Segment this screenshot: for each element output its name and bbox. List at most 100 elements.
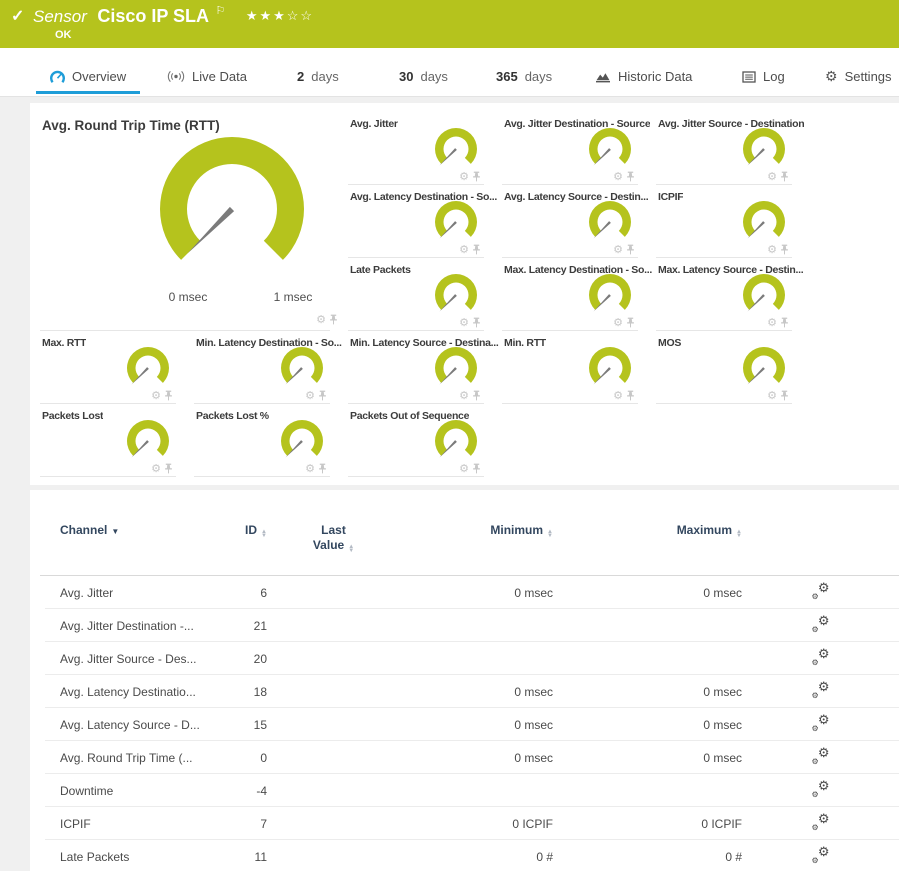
cell-minimum: 0 msec [400,685,553,699]
tab-2-days[interactable]: 2 days [293,62,343,94]
tab-30-days-unit: days [420,69,447,84]
gauge-settings-icon[interactable]: ⚙ [767,172,777,182]
table-row: Avg. Jitter Destination -... 21 ⚙⚙ [30,609,899,642]
gauge [736,125,792,171]
gauge-settings-icon[interactable]: ⚙ [767,318,777,328]
edit-channel-icon[interactable]: ⚙⚙ [812,781,830,797]
gauge [582,198,638,244]
pin-icon[interactable] [472,317,481,328]
edit-channel-icon[interactable]: ⚙⚙ [812,847,830,863]
gauge-settings-icon[interactable]: ⚙ [767,245,777,255]
pin-icon[interactable] [626,317,635,328]
pin-icon[interactable] [164,463,173,474]
edit-channel-icon[interactable]: ⚙⚙ [812,715,830,731]
cell-channel: Avg. Jitter Source - Des... [30,652,205,666]
table-row: Late Packets 11 0 # 0 # ⚙⚙ [30,840,899,871]
pin-icon[interactable] [626,171,635,182]
gauge-panel: Min. RTT ⚙ [502,331,656,404]
pin-icon[interactable] [329,314,338,325]
gauge-panel-main: Avg. Round Trip Time (RTT) 0 msec 1 msec… [40,112,348,331]
tab-overview[interactable]: Overview [36,62,140,94]
gauge-title: MOS [658,337,681,349]
pin-icon[interactable] [472,244,481,255]
sort-icon: ▲▼ [736,530,742,538]
gauge-settings-icon[interactable]: ⚙ [459,318,469,328]
column-header-channel[interactable]: Channel▼ [30,523,205,537]
edit-channel-icon[interactable]: ⚙⚙ [812,583,830,599]
table-row: Avg. Jitter 6 0 msec 0 msec ⚙⚙ [30,576,899,609]
gauge [120,417,176,463]
tab-live-data[interactable]: Live Data [163,62,251,94]
gauge [736,344,792,390]
pin-icon[interactable] [780,317,789,328]
pin-icon[interactable] [472,463,481,474]
flag-icon[interactable]: ⚐ [215,5,225,17]
table-row: ICPIF 7 0 ICPIF 0 ICPIF ⚙⚙ [30,807,899,840]
cell-id: 15 [205,718,267,732]
channel-table-panel: Channel▼ ID▲▼ Last Value▲▼ Minimum▲▼ Max… [30,490,899,871]
pin-icon[interactable] [780,171,789,182]
pin-icon[interactable] [318,390,327,401]
column-header-minimum[interactable]: Minimum▲▼ [400,523,553,538]
pin-icon[interactable] [472,171,481,182]
gauge-settings-icon[interactable]: ⚙ [316,315,326,325]
gauge-settings-icon[interactable]: ⚙ [613,245,623,255]
tab-log[interactable]: Log [738,62,789,94]
tab-historic-data[interactable]: Historic Data [591,62,696,94]
tab-overview-label: Overview [72,69,126,84]
gauge-panel: Packets Lost ⚙ [40,404,194,477]
tab-2-days-unit: days [311,69,338,84]
object-kind-label: Sensor [33,7,87,26]
gauge-settings-icon[interactable]: ⚙ [613,172,623,182]
gauges-panel: Avg. Round Trip Time (RTT) 0 msec 1 msec… [30,103,899,485]
cell-minimum: 0 # [400,850,553,864]
gauge-settings-icon[interactable]: ⚙ [459,245,469,255]
tab-log-label: Log [763,69,785,84]
edit-channel-icon[interactable]: ⚙⚙ [812,682,830,698]
edit-channel-icon[interactable]: ⚙⚙ [812,616,830,632]
column-header-maximum[interactable]: Maximum▲▼ [553,523,742,538]
pin-icon[interactable] [472,390,481,401]
gauge-panel: Avg. Latency Destination - So... ⚙ [348,185,502,258]
cell-minimum: 0 ICPIF [400,817,553,831]
gauge-settings-icon[interactable]: ⚙ [305,464,315,474]
gauge-settings-icon[interactable]: ⚙ [151,391,161,401]
tab-365-days[interactable]: 365 days [492,62,556,94]
gauge-icon [50,70,65,84]
gauge-settings-icon[interactable]: ⚙ [613,391,623,401]
gauge-grid: Avg. Round Trip Time (RTT) 0 msec 1 msec… [40,112,810,477]
historic-chart-icon [595,70,611,83]
gauge-settings-icon[interactable]: ⚙ [767,391,777,401]
gauge-title: Packets Lost % [196,410,269,422]
edit-channel-icon[interactable]: ⚙⚙ [812,748,830,764]
column-header-id[interactable]: ID▲▼ [205,523,267,538]
log-icon [742,71,756,83]
gauge-settings-icon[interactable]: ⚙ [613,318,623,328]
tab-30-days[interactable]: 30 days [395,62,452,94]
priority-stars[interactable]: ★★★☆☆ [246,8,314,23]
pin-icon[interactable] [164,390,173,401]
gauge-title: Late Packets [350,264,411,276]
cell-channel: Late Packets [30,850,205,864]
tab-live-data-label: Live Data [192,69,247,84]
gauge-panel: Max. Latency Destination - So... ⚙ [502,258,656,331]
column-header-last-value[interactable]: Last Value▲▼ [267,523,400,553]
tab-2-days-number: 2 [297,69,304,84]
edit-channel-icon[interactable]: ⚙⚙ [812,814,830,830]
edit-channel-icon[interactable]: ⚙⚙ [812,649,830,665]
pin-icon[interactable] [626,244,635,255]
gauge-settings-icon[interactable]: ⚙ [305,391,315,401]
gauge-settings-icon[interactable]: ⚙ [459,464,469,474]
gauge-panel: Avg. Latency Source - Destin... ⚙ [502,185,656,258]
gauge-settings-icon[interactable]: ⚙ [459,391,469,401]
pin-icon[interactable] [780,244,789,255]
gauge-settings-icon[interactable]: ⚙ [151,464,161,474]
settings-gear-icon: ⚙ [825,68,838,85]
gauge-panel: Min. Latency Destination - So... ⚙ [194,331,348,404]
gauge-settings-icon[interactable]: ⚙ [459,172,469,182]
pin-icon[interactable] [780,390,789,401]
pin-icon[interactable] [318,463,327,474]
gauge-title: ICPIF [658,191,683,203]
tab-settings[interactable]: ⚙ Settings [821,62,896,94]
pin-icon[interactable] [626,390,635,401]
